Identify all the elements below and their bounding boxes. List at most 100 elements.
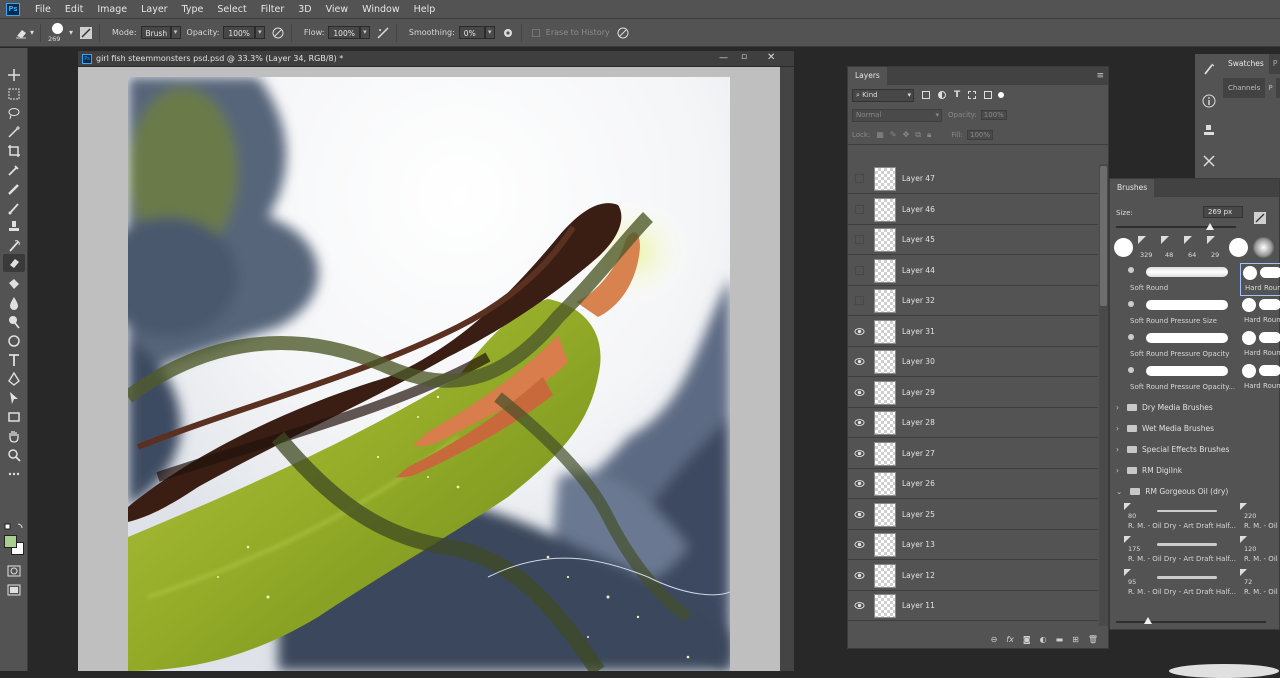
layer-row[interactable]: Layer 11 (848, 591, 1098, 621)
airbrush-icon[interactable] (376, 26, 390, 40)
preset-soft-round-pressure-opacity[interactable]: Soft Round Pressure Opacity (1110, 329, 1240, 362)
lasso-tool-icon[interactable] (7, 106, 21, 120)
brush-dropdown-arrow[interactable]: ▾ (69, 28, 73, 37)
sponge-tool-icon[interactable] (7, 334, 21, 348)
layer-name[interactable]: Layer 28 (902, 418, 935, 427)
layer-thumbnail[interactable] (874, 502, 896, 527)
preset-soft-round-pressure-size[interactable]: Soft Round Pressure Size (1110, 296, 1240, 329)
delete-layer-icon[interactable]: 🗑︎ (1088, 635, 1098, 644)
layer-row[interactable]: Layer 32 (848, 286, 1098, 316)
menu-3d[interactable]: 3D (291, 4, 318, 15)
layer-thumbnail[interactable] (874, 411, 896, 435)
menu-image[interactable]: Image (90, 4, 134, 15)
tab-layers[interactable]: Layers (848, 67, 887, 85)
tool-preset-dropdown[interactable]: ▾ (30, 28, 34, 37)
filter-shape-icon[interactable] (968, 91, 977, 99)
more-tools-icon[interactable] (7, 467, 21, 481)
tab-extra[interactable]: P (1269, 54, 1280, 74)
menu-type[interactable]: Type (175, 4, 211, 15)
pressure-opacity-icon[interactable] (271, 26, 285, 40)
recent-brush-2[interactable]: 48 (1159, 235, 1181, 261)
restore-button[interactable]: ▫ (741, 52, 747, 62)
visibility-off-icon[interactable] (854, 295, 865, 306)
crop-tool-icon[interactable] (7, 144, 21, 158)
layers-scroll-thumb[interactable] (1100, 166, 1107, 306)
preset-hard-round-selected[interactable]: Hard Round (1240, 263, 1280, 296)
menu-filter[interactable]: Filter (254, 4, 292, 15)
visibility-eye-icon[interactable] (854, 326, 865, 337)
layer-thumbnail[interactable] (874, 228, 896, 252)
menu-select[interactable]: Select (210, 4, 253, 15)
link-layers-icon[interactable]: ⊖ (991, 635, 998, 644)
history-brush-tool-icon[interactable] (7, 239, 21, 253)
close-document-button[interactable]: ✕ (767, 52, 775, 63)
layer-row[interactable]: Layer 28 (848, 408, 1098, 438)
flow-input[interactable]: 100% (328, 26, 360, 39)
dodge-tool-icon[interactable] (7, 315, 21, 329)
path-selection-tool-icon[interactable] (7, 391, 21, 405)
visibility-eye-icon[interactable] (854, 356, 865, 367)
layer-name[interactable]: Layer 11 (902, 601, 935, 610)
preset-soft-round[interactable]: Soft Round (1110, 263, 1240, 296)
tool-presets-panel-icon[interactable] (1202, 154, 1216, 168)
layer-name[interactable]: Layer 47 (902, 174, 935, 183)
layer-name[interactable]: Layer 31 (902, 327, 935, 336)
preset-soft-round-pressure-opacity-2[interactable]: Soft Round Pressure Opacity... (1110, 362, 1240, 395)
layer-row[interactable]: Layer 30 (848, 347, 1098, 377)
screen-mode-icon[interactable] (7, 583, 21, 597)
visibility-eye-icon[interactable] (854, 387, 865, 398)
recent-brush-soft[interactable] (1253, 237, 1274, 258)
rectangle-tool-icon[interactable] (7, 410, 21, 424)
layer-row[interactable]: Layer 12 (848, 561, 1098, 591)
healing-brush-tool-icon[interactable] (7, 182, 21, 196)
oil-brush-2[interactable]: 175 R. M. - Oil Dry - Art Draft Half... (1122, 535, 1237, 568)
pressure-size-icon[interactable] (616, 26, 630, 40)
type-tool-icon[interactable] (7, 353, 21, 367)
oil-brush-3[interactable]: 95 R. M. - Oil Dry - Art Draft Half... (1122, 568, 1237, 601)
recent-brush-4[interactable]: 29 (1205, 235, 1227, 261)
smoothing-gear-icon[interactable] (501, 26, 515, 40)
layer-thumbnail[interactable] (874, 319, 896, 344)
visibility-off-icon[interactable] (854, 234, 865, 245)
brush-settings-toggle-icon[interactable] (1254, 212, 1266, 224)
recent-brush-1[interactable]: 329 (1136, 235, 1158, 261)
minimize-button[interactable]: — (719, 53, 728, 63)
filter-adjustment-icon[interactable] (938, 91, 946, 99)
layer-row[interactable]: Layer 29 (848, 378, 1098, 408)
layer-row[interactable]: Layer 46 (848, 195, 1098, 225)
menu-help[interactable]: Help (407, 4, 443, 15)
fill-input[interactable]: 100% (967, 129, 994, 140)
visibility-eye-icon[interactable] (854, 478, 865, 489)
group-dry-media[interactable]: › Dry Media Brushes (1116, 398, 1276, 416)
filter-smart-object-icon[interactable] (984, 91, 993, 99)
filter-toggle-icon[interactable] (998, 92, 1005, 98)
layers-scrollbar[interactable] (1099, 164, 1108, 626)
lock-image-icon[interactable]: ✎ (890, 130, 897, 139)
layer-name[interactable]: Layer 44 (902, 266, 935, 275)
new-group-icon[interactable]: ▬ (1056, 635, 1064, 644)
brush-size-slider-thumb[interactable] (1206, 223, 1214, 230)
opacity-input[interactable]: 100% (223, 26, 255, 39)
brush-settings-icon[interactable] (79, 26, 93, 40)
layer-row[interactable]: Layer 26 (848, 469, 1098, 499)
foreground-color-swatch[interactable] (4, 535, 17, 548)
filter-pixel-icon[interactable] (922, 91, 930, 99)
layer-thumbnail[interactable] (874, 472, 896, 496)
smoothing-dropdown-arrow[interactable]: ▾ (484, 26, 495, 39)
brush-size-input[interactable]: 269 px (1203, 206, 1243, 218)
opacity-dropdown-arrow[interactable]: ▾ (254, 26, 265, 39)
menu-window[interactable]: Window (355, 4, 406, 15)
oil-brush-4[interactable]: 220 R. M. - Oil (1238, 502, 1280, 535)
clone-stamp-tool-icon[interactable] (7, 220, 21, 234)
layer-name[interactable]: Layer 45 (902, 235, 935, 244)
brush-size-slider-track[interactable] (1116, 226, 1236, 228)
eyedropper-tool-icon[interactable] (7, 163, 21, 177)
pen-tool-icon[interactable] (7, 372, 21, 386)
lock-all-icon[interactable]: 🔒︎ (927, 130, 931, 140)
layer-thumbnail[interactable] (874, 350, 896, 374)
recent-brush-3[interactable]: 64 (1182, 235, 1204, 261)
brush-settings-panel-icon[interactable] (1202, 62, 1216, 76)
group-wet-media[interactable]: › Wet Media Brushes (1116, 419, 1276, 437)
layer-thumbnail[interactable] (874, 197, 896, 222)
mode-select[interactable]: Brush (140, 26, 171, 39)
